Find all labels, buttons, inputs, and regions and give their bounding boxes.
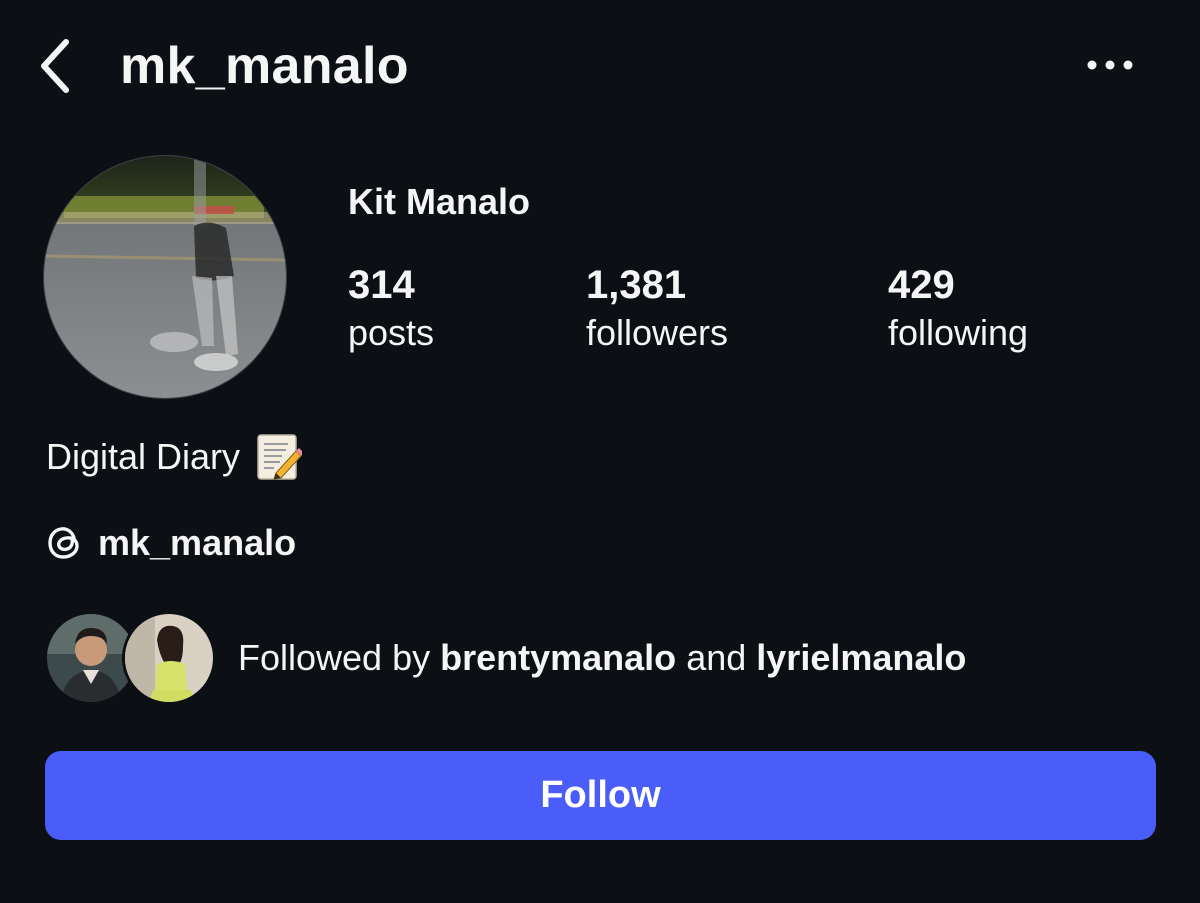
profile-avatar[interactable] <box>44 156 286 398</box>
chevron-left-icon <box>41 39 69 93</box>
memo-icon <box>257 434 303 480</box>
posts-stat[interactable]: 314 posts <box>348 262 434 358</box>
profile-username-title: mk_manalo <box>120 37 409 95</box>
followers-stat[interactable]: 1,381 followers <box>586 262 728 358</box>
threads-handle: mk_manalo <box>98 522 297 563</box>
posts-count: 314 <box>348 263 415 307</box>
bio: Digital Diary <box>46 432 303 482</box>
follow-button[interactable]: Follow <box>45 751 1156 840</box>
following-count: 429 <box>888 263 955 307</box>
threads-profile-link[interactable]: mk_manalo <box>46 518 296 568</box>
top-bar: mk_manalo <box>0 0 1200 135</box>
posts-label: posts <box>348 312 435 353</box>
back-button[interactable] <box>30 34 80 98</box>
mutual-avatar-2 <box>122 611 216 705</box>
mutual-username-2[interactable]: lyrielmanalo <box>756 637 966 678</box>
following-stat[interactable]: 429 following <box>888 262 1028 358</box>
mutual-photo-2 <box>125 614 213 702</box>
following-label: following <box>888 312 1029 353</box>
followed-by-text: Followed by brentymanalo and lyrielmanal… <box>238 633 966 683</box>
followers-label: followers <box>586 312 729 353</box>
more-options-button[interactable] <box>1080 45 1140 85</box>
bio-text: Digital Diary <box>46 436 241 477</box>
profile-photo <box>44 156 286 398</box>
followed-by-prefix: Followed by <box>238 637 431 678</box>
followed-by-row[interactable]: Followed by brentymanalo and lyrielmanal… <box>44 611 966 705</box>
followed-by-connector: and <box>686 637 747 678</box>
mutual-username-1[interactable]: brentymanalo <box>440 637 676 678</box>
display-name: Kit Manalo <box>348 181 531 222</box>
followers-count: 1,381 <box>586 263 687 307</box>
threads-icon <box>48 527 79 559</box>
more-horizontal-icon <box>1087 60 1133 70</box>
